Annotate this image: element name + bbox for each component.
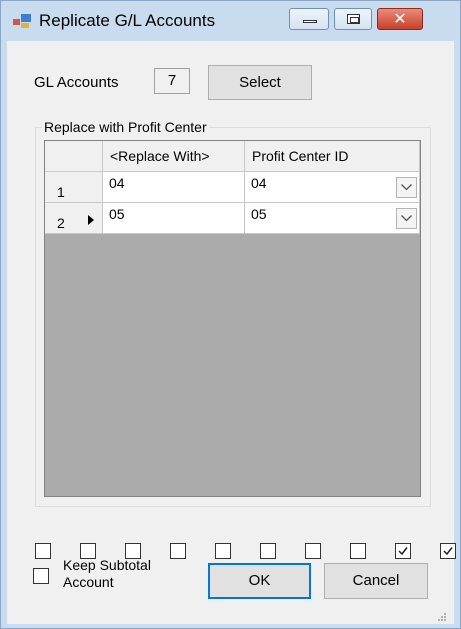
- option-checkbox-10[interactable]: [440, 543, 456, 559]
- option-checkbox-1[interactable]: [35, 543, 51, 559]
- row-number: 2: [57, 215, 65, 231]
- replace-with-cell[interactable]: 05: [103, 203, 245, 234]
- column-header-profit-center-id[interactable]: Profit Center ID: [245, 141, 420, 172]
- profit-center-cell[interactable]: 05: [245, 203, 420, 234]
- table-row[interactable]: 1 04 04: [45, 172, 420, 203]
- row-header[interactable]: 1: [45, 172, 103, 203]
- option-checkbox-6[interactable]: [260, 543, 276, 559]
- grid-corner[interactable]: [45, 141, 103, 172]
- profit-center-value: 05: [251, 206, 267, 222]
- table-row[interactable]: 2 05 05: [45, 203, 420, 234]
- maximize-icon: [347, 14, 360, 24]
- row-number: 1: [57, 184, 65, 200]
- profit-center-value: 04: [251, 175, 267, 191]
- keep-subtotal-label: Keep Subtotal Account: [63, 557, 151, 591]
- chevron-down-icon: [401, 184, 412, 191]
- resize-grip-icon[interactable]: [435, 613, 447, 623]
- keep-subtotal-label-line2: Account: [63, 574, 114, 590]
- maximize-button[interactable]: [334, 8, 372, 30]
- gl-accounts-count: 7: [154, 68, 190, 94]
- profit-center-grid[interactable]: <Replace With> Profit Center ID 1 04 04 …: [44, 140, 421, 497]
- close-icon: ✕: [393, 9, 407, 28]
- minimize-icon: [303, 20, 317, 23]
- dropdown-button[interactable]: [396, 208, 417, 229]
- app-icon: [13, 14, 31, 28]
- checkmark-icon: [443, 547, 453, 556]
- row-header[interactable]: 2: [45, 203, 103, 234]
- option-checkbox-4[interactable]: [170, 543, 186, 559]
- dialog-window: Replicate G/L Accounts ✕ GL Accounts 7 S…: [0, 0, 461, 629]
- option-checkbox-9[interactable]: [395, 543, 411, 559]
- ok-button[interactable]: OK: [208, 563, 311, 599]
- grid-header-row: <Replace With> Profit Center ID: [45, 141, 420, 172]
- minimize-button[interactable]: [289, 8, 329, 30]
- close-button[interactable]: ✕: [377, 8, 423, 30]
- title-bar[interactable]: Replicate G/L Accounts ✕: [1, 1, 460, 41]
- gl-accounts-label: GL Accounts: [34, 74, 119, 91]
- group-label: Replace with Profit Center: [42, 119, 209, 135]
- profit-center-cell[interactable]: 04: [245, 172, 420, 203]
- option-checkbox-7[interactable]: [305, 543, 321, 559]
- keep-subtotal-label-line1: Keep Subtotal: [63, 557, 151, 573]
- chevron-down-icon: [401, 215, 412, 222]
- column-header-replace-with[interactable]: <Replace With>: [103, 141, 245, 172]
- checkmark-icon: [398, 547, 408, 556]
- select-button[interactable]: Select: [208, 65, 312, 100]
- replace-with-cell[interactable]: 04: [103, 172, 245, 203]
- window-title: Replicate G/L Accounts: [39, 11, 216, 30]
- dialog-body: GL Accounts 7 Select Replace with Profit…: [7, 41, 456, 624]
- option-checkbox-5[interactable]: [215, 543, 231, 559]
- dropdown-button[interactable]: [396, 177, 417, 198]
- option-checkbox-8[interactable]: [350, 543, 366, 559]
- cancel-button[interactable]: Cancel: [324, 563, 428, 599]
- current-row-indicator-icon: [88, 215, 94, 225]
- keep-subtotal-checkbox[interactable]: [33, 568, 49, 584]
